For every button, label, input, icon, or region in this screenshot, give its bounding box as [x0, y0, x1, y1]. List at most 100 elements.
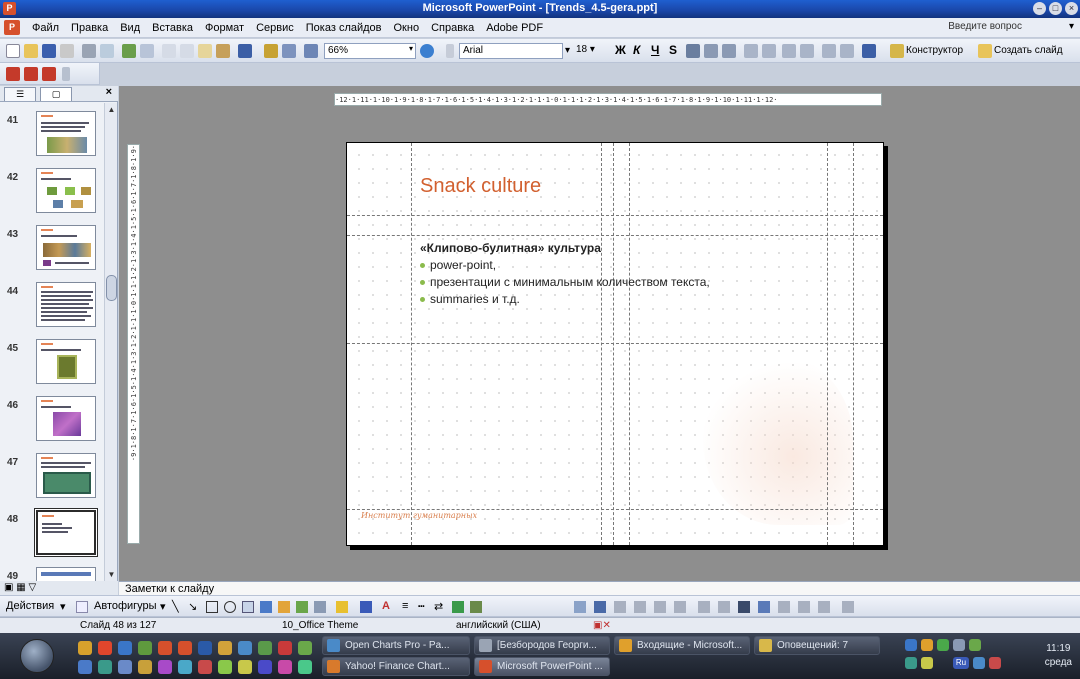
font-size-combo[interactable]: 18 ▾ [573, 43, 609, 59]
normal-view-icon[interactable]: ▣ [4, 582, 13, 593]
tab-outline[interactable]: ☰ [4, 87, 36, 101]
align-left-icon[interactable] [686, 44, 700, 58]
undo-icon[interactable] [238, 44, 252, 58]
wordart-icon[interactable] [260, 601, 272, 613]
oval-icon[interactable] [224, 601, 236, 613]
align-objects-icon[interactable] [614, 601, 626, 613]
slide-thumbnail[interactable] [36, 396, 96, 441]
line-weight-icon[interactable] [738, 601, 750, 613]
tab-slides[interactable]: ▢ [40, 87, 72, 101]
sorter-view-icon[interactable]: ▦ [16, 582, 25, 593]
slide-thumbnail[interactable] [36, 168, 96, 213]
pdf-email-icon[interactable] [24, 67, 38, 81]
save-icon[interactable] [42, 44, 56, 58]
quicklaunch-icon[interactable] [298, 641, 312, 655]
slideshow-view-icon[interactable]: ▽ [28, 582, 36, 593]
maximize-icon[interactable]: □ [1049, 2, 1062, 15]
close-icon[interactable]: × [106, 86, 112, 98]
pdf-review-icon[interactable] [42, 67, 56, 81]
menu-window[interactable]: Окно [388, 22, 426, 34]
slide-body[interactable]: «Клипово-булитная» культура power-point,… [420, 240, 710, 308]
chevron-down-icon[interactable]: ▾ [60, 600, 66, 613]
font-combo[interactable]: Arial [459, 43, 563, 59]
font-color-icon[interactable]: A [382, 600, 390, 612]
menu-tools[interactable]: Сервис [250, 22, 300, 34]
minimize-icon[interactable]: – [1033, 2, 1046, 15]
line-style-icon[interactable]: ≡ [402, 600, 408, 612]
slide-thumbnail-selected[interactable] [35, 509, 97, 556]
rotate-icon[interactable] [698, 601, 710, 613]
quicklaunch-icon[interactable] [238, 641, 252, 655]
select-arrow-icon[interactable] [76, 601, 88, 613]
edit-points-icon[interactable] [778, 601, 790, 613]
bullets-icon[interactable] [762, 44, 776, 58]
align-right-icon[interactable] [722, 44, 736, 58]
tray-icon[interactable] [989, 657, 1001, 669]
diagram-icon[interactable] [278, 601, 290, 613]
format-painter-icon[interactable] [216, 44, 230, 58]
quicklaunch-icon[interactable] [198, 660, 212, 674]
print-preview-icon[interactable] [100, 44, 114, 58]
slide-thumbnail[interactable] [36, 339, 96, 384]
new-document-icon[interactable] [6, 44, 20, 58]
italic-button[interactable]: К [633, 43, 640, 57]
language-indicator[interactable]: Ru [953, 657, 969, 669]
fill-color-icon[interactable] [336, 601, 348, 613]
bold-button[interactable]: Ж [615, 43, 626, 57]
picture-icon[interactable] [314, 601, 326, 613]
quicklaunch-icon[interactable] [158, 641, 172, 655]
insert-table-icon[interactable] [282, 44, 296, 58]
quicklaunch-icon[interactable] [138, 660, 152, 674]
decrease-font-icon[interactable] [800, 44, 814, 58]
arrow-icon[interactable]: ↘ [188, 600, 197, 613]
crop-icon[interactable] [818, 601, 830, 613]
actions-menu[interactable]: Действия [6, 600, 54, 612]
line-icon[interactable]: ╲ [172, 600, 179, 613]
quicklaunch-icon[interactable] [278, 641, 292, 655]
slide-thumbnail[interactable] [36, 282, 96, 327]
chevron-down-icon[interactable]: ▾ [1069, 21, 1074, 32]
thumbnail-scrollbar[interactable]: ▲ ▼ [104, 103, 117, 581]
rectangle-icon[interactable] [206, 601, 218, 613]
slide-title[interactable]: Snack culture [420, 175, 541, 198]
menu-format[interactable]: Формат [199, 22, 250, 34]
slide-thumbnail[interactable] [36, 453, 96, 498]
menu-edit[interactable]: Правка [65, 22, 114, 34]
paste-icon[interactable] [198, 44, 212, 58]
close-icon[interactable]: × [1065, 2, 1078, 15]
taskbar-item[interactable]: [Безбородов Георги... [474, 636, 610, 655]
flip-icon[interactable] [718, 601, 730, 613]
quicklaunch-icon[interactable] [78, 660, 92, 674]
tray-icon[interactable] [973, 657, 985, 669]
quicklaunch-icon[interactable] [78, 641, 92, 655]
help-icon[interactable] [420, 44, 434, 58]
group-icon[interactable] [654, 601, 666, 613]
scrollbar-thumb[interactable] [106, 275, 117, 301]
recolor-icon[interactable] [798, 601, 810, 613]
quicklaunch-icon[interactable] [218, 641, 232, 655]
quicklaunch-icon[interactable] [158, 660, 172, 674]
spelling-icon[interactable] [122, 44, 136, 58]
underline-button[interactable]: Ч [651, 43, 659, 57]
quicklaunch-icon[interactable] [278, 660, 292, 674]
toolbar-options-icon[interactable] [62, 67, 70, 81]
textbox-icon[interactable] [242, 601, 254, 613]
notes-pane[interactable]: Заметки к слайду [119, 581, 1080, 595]
shadow-button[interactable]: S [669, 43, 677, 57]
menu-file[interactable]: Файл [26, 22, 65, 34]
tray-icon[interactable] [905, 657, 917, 669]
chevron-down-icon[interactable]: ▾ [160, 600, 166, 613]
document-icon[interactable]: P [4, 20, 20, 35]
quicklaunch-icon[interactable] [118, 660, 132, 674]
clipart-icon[interactable] [296, 601, 308, 613]
menu-adobe-pdf[interactable]: Adobe PDF [480, 22, 549, 34]
decrease-indent-icon[interactable] [822, 44, 836, 58]
menu-view[interactable]: Вид [114, 22, 146, 34]
slide-thumbnail[interactable] [36, 567, 96, 581]
distribute-icon[interactable] [634, 601, 646, 613]
pdf-convert-icon[interactable] [6, 67, 20, 81]
taskbar-item[interactable]: Оповещений: 7 [754, 636, 880, 655]
quicklaunch-icon[interactable] [138, 641, 152, 655]
permission-icon[interactable] [60, 44, 74, 58]
tray-icon[interactable] [921, 639, 933, 651]
